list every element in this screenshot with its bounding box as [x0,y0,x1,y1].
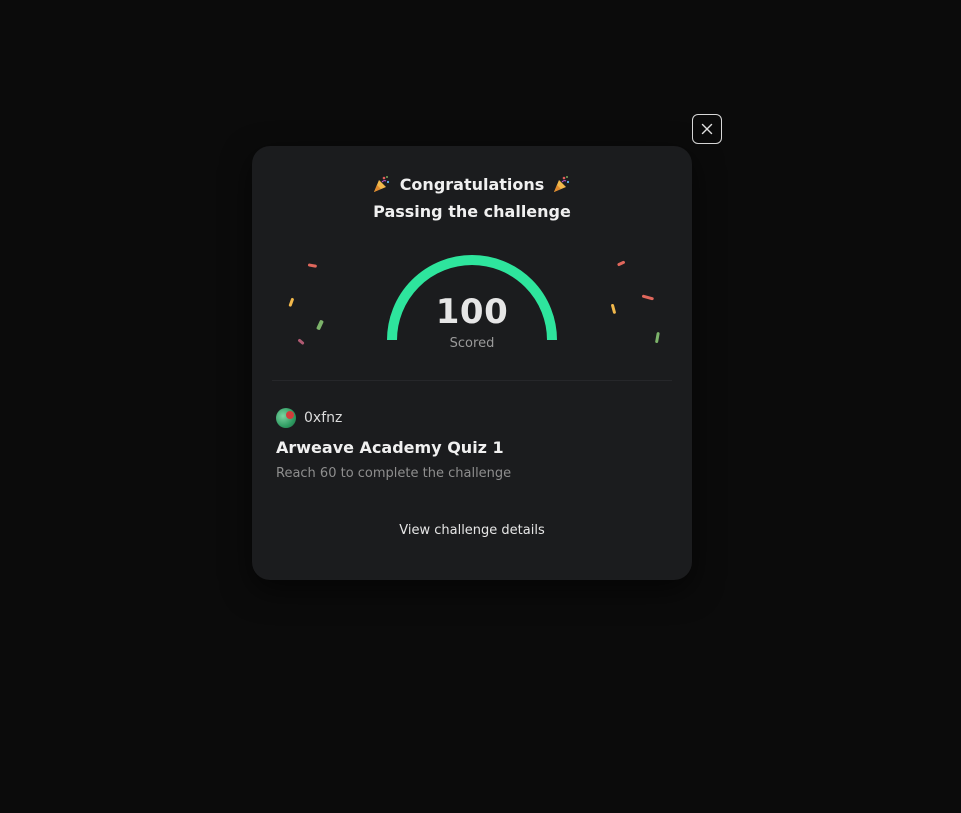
score-value: 100 [435,292,509,332]
divider [272,380,672,381]
score-gauge: 100 Scored [252,246,692,356]
congratulations-modal: Congratulations Passing the challenge 10… [252,146,692,580]
view-challenge-details-link[interactable]: View challenge details [252,523,692,538]
modal-title-row: Congratulations [252,174,692,194]
confetti-piece [617,260,625,267]
avatar [276,408,296,428]
close-button[interactable] [692,114,722,144]
challenge-description: Reach 60 to complete the challenge [276,466,512,481]
party-popper-icon [373,176,389,192]
challenge-title: Arweave Academy Quiz 1 [276,438,504,457]
score-label: Scored [449,336,495,351]
modal-title: Congratulations [399,174,545,194]
modal-subtitle: Passing the challenge [373,202,571,221]
close-icon [701,123,713,135]
confetti-piece [307,263,317,268]
party-popper-icon [554,176,570,192]
username: 0xfnz [304,410,343,426]
user-info: 0xfnz [276,408,342,428]
